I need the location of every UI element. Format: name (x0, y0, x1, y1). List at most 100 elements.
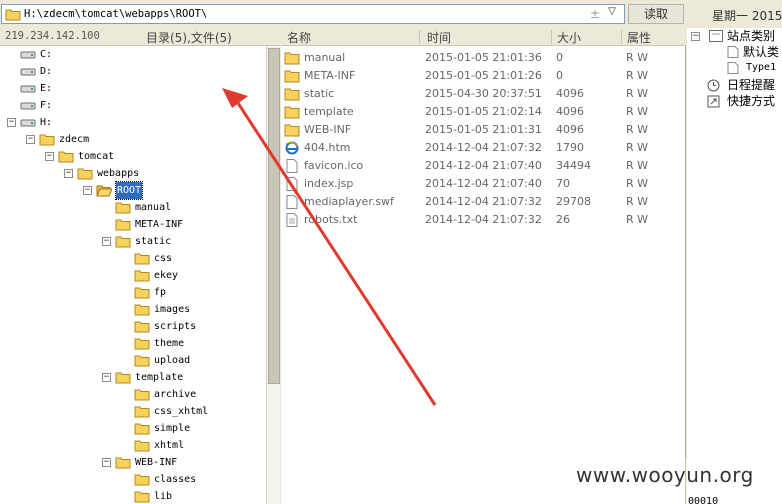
column-divider[interactable] (621, 30, 622, 44)
tree-scrollbar[interactable] (266, 46, 280, 504)
file-row[interactable]: robots.txt 2014-12-04 21:07:32 26 R W (281, 211, 686, 229)
tree-node-label: scripts (154, 321, 197, 332)
tree-node[interactable]: C: (0, 46, 266, 63)
tree-node[interactable]: theme (0, 335, 266, 352)
tree-node[interactable]: css (0, 250, 266, 267)
collapse-icon[interactable]: − (64, 169, 73, 178)
column-header-attr[interactable]: 属性 (627, 29, 651, 46)
tree-node-label: css_xhtml (154, 406, 209, 417)
file-name: static (304, 87, 335, 100)
collapse-icon[interactable]: − (45, 152, 54, 161)
page-icon (727, 62, 739, 74)
collapse-icon[interactable]: − (26, 135, 35, 144)
file-row[interactable]: manual 2015-01-05 21:01:36 0 R W (281, 49, 686, 67)
file-icon (286, 195, 298, 209)
tree-header: 219.234.142.100 目录(5),文件(5) (0, 28, 280, 46)
tree-node[interactable]: META-INF (0, 216, 266, 233)
file-row[interactable]: mediaplayer.swf 2014-12-04 21:07:32 29708 R… (281, 193, 686, 211)
collapse-icon[interactable]: − (7, 118, 16, 127)
tree-node-label: images (154, 304, 191, 315)
file-size: 26 (556, 213, 570, 226)
read-button[interactable]: 读取 (628, 4, 684, 24)
tree-node[interactable]: − template (0, 369, 266, 386)
tree-node-label: ekey (154, 270, 179, 281)
file-row[interactable]: 404.htm 2014-12-04 21:07:32 1790 R W (281, 139, 686, 157)
collapse-icon[interactable]: − (83, 186, 92, 195)
collapse-icon[interactable]: − (102, 373, 111, 382)
column-divider[interactable] (419, 30, 420, 44)
tree-node[interactable]: archive (0, 386, 266, 403)
folder-icon (115, 236, 131, 248)
tree-node-label: E: (40, 83, 53, 94)
file-row[interactable]: index.jsp 2014-12-04 21:07:40 70 R W (281, 175, 686, 193)
tree-node[interactable]: css_xhtml (0, 403, 266, 420)
directory-tree: C: D: E: F: − H: − zdecm − tomcat − webapps − ROOT man… (0, 46, 266, 504)
tree-node-label: zdecm (59, 134, 90, 145)
file-attr: R W (626, 51, 649, 64)
folder-open-icon (96, 185, 112, 197)
tree-node[interactable]: simple (0, 420, 266, 437)
file-row[interactable]: favicon.ico 2014-12-04 21:07:40 34494 R W (281, 157, 686, 175)
tree-node[interactable]: D: (0, 63, 266, 80)
tree-node[interactable]: − tomcat (0, 148, 266, 165)
site-list-icon (709, 30, 723, 42)
tree-node[interactable]: − zdecm (0, 131, 266, 148)
tree-node[interactable]: classes (0, 471, 266, 488)
tree-scrollbar-thumb[interactable] (268, 48, 280, 384)
file-row[interactable]: static 2015-04-30 20:37:51 4096 R W (281, 85, 686, 103)
tree-node[interactable]: − webapps (0, 165, 266, 182)
tree-node[interactable]: − static (0, 233, 266, 250)
file-name: robots.txt (304, 213, 358, 226)
file-row[interactable]: WEB-INF 2015-01-05 21:01:31 4096 R W (281, 121, 686, 139)
tree-node[interactable]: E: (0, 80, 266, 97)
folder-icon (134, 474, 150, 486)
folder-icon (134, 491, 150, 503)
path-text[interactable]: H:\zdecm\tomcat\webapps\ROOT\ (24, 8, 207, 20)
file-size: 34494 (556, 159, 591, 172)
tree-node[interactable]: lib (0, 488, 266, 504)
site-category-item-label: 默认类 (743, 45, 780, 59)
file-row[interactable]: META-INF 2015-01-05 21:01:26 0 R W (281, 67, 686, 85)
folder-icon (115, 219, 131, 231)
collapse-icon[interactable]: − (691, 32, 700, 41)
folder-icon (284, 70, 300, 83)
tree-node-label: tomcat (78, 151, 115, 162)
folder-icon (134, 338, 150, 350)
folder-icon (134, 270, 150, 282)
column-divider[interactable] (551, 30, 552, 44)
file-row[interactable]: template 2015-01-05 21:02:14 4096 R W (281, 103, 686, 121)
collapse-icon[interactable]: − (102, 458, 111, 467)
file-icon (286, 159, 298, 173)
file-list-header: 名称 时间 大小 属性 (281, 28, 686, 46)
file-attr: R W (626, 177, 649, 190)
tree-node[interactable]: − WEB-INF (0, 454, 266, 471)
tree-node[interactable]: scripts (0, 318, 266, 335)
site-category-item-label: Type1 (746, 62, 777, 73)
tree-node[interactable]: manual (0, 199, 266, 216)
tree-node[interactable]: − H: (0, 114, 266, 131)
column-header-name[interactable]: 名称 (287, 29, 311, 46)
column-header-time[interactable]: 时间 (427, 29, 451, 46)
drive-icon (20, 102, 36, 110)
path-combobox[interactable]: H:\zdecm\tomcat\webapps\ROOT\ ± ▽ (1, 4, 625, 24)
tree-node[interactable]: upload (0, 352, 266, 369)
drive-icon (20, 85, 36, 93)
tree-node[interactable]: images (0, 301, 266, 318)
collapse-icon[interactable]: − (102, 237, 111, 246)
tree-node[interactable]: xhtml (0, 437, 266, 454)
tree-node[interactable]: F: (0, 97, 266, 114)
folder-icon (134, 253, 150, 265)
server-ip: 219.234.142.100 (5, 30, 100, 42)
status-fragment: 00010 (688, 496, 719, 504)
tree-node[interactable]: fp (0, 284, 266, 301)
tree-node[interactable]: ekey (0, 267, 266, 284)
tree-node-label: D: (40, 66, 53, 77)
column-header-size[interactable]: 大小 (557, 29, 581, 46)
chevron-down-icon[interactable]: ▽ (603, 6, 621, 22)
folder-icon (134, 389, 150, 401)
folder-icon (134, 440, 150, 452)
folder-icon (134, 355, 150, 367)
file-attr: R W (626, 213, 649, 226)
tree-node[interactable]: − ROOT (0, 181, 266, 200)
folder-icon (115, 457, 131, 469)
